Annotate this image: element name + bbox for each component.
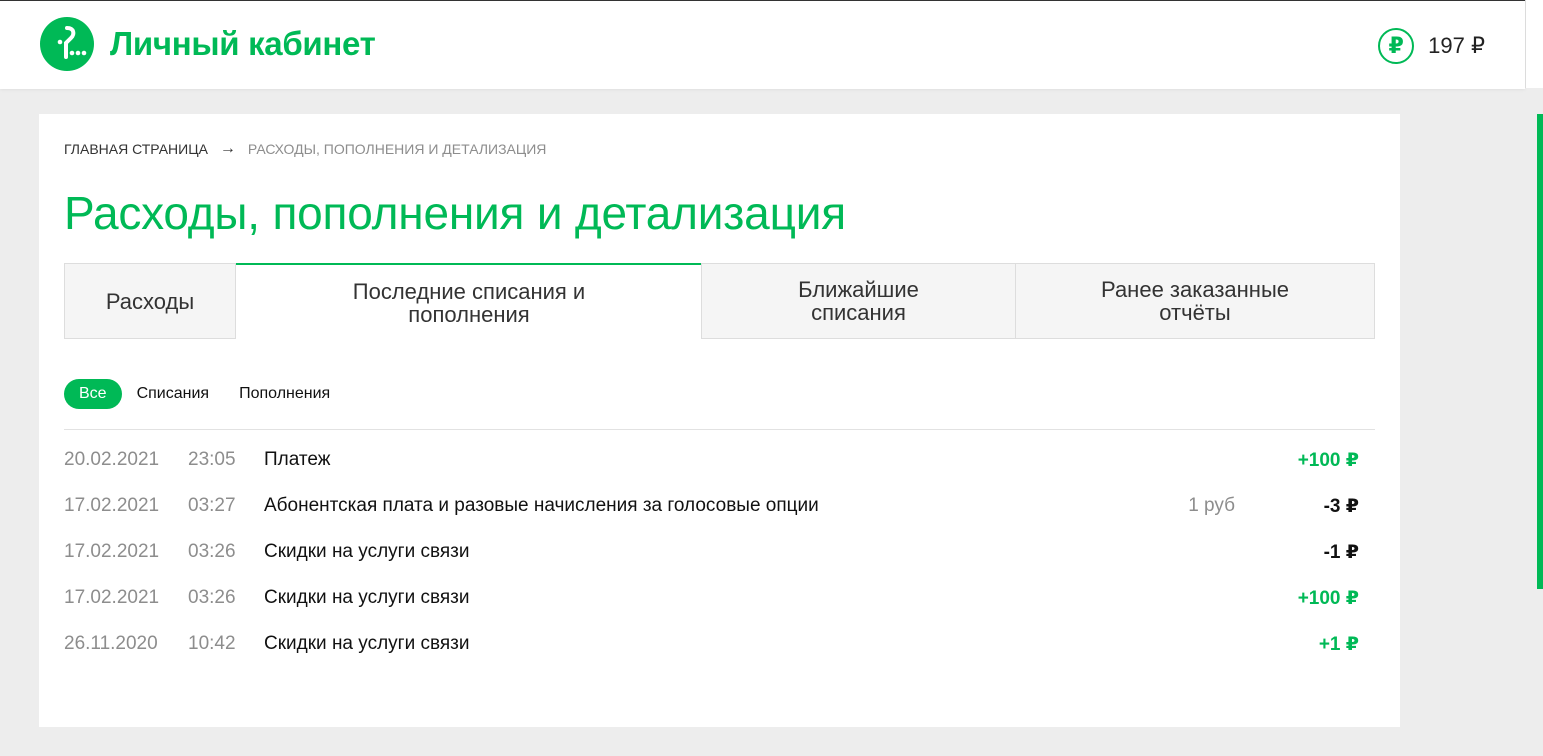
tab-recent-transactions[interactable]: Последние списания и пополнения xyxy=(236,263,702,341)
tab-label-line1: Последние списания и xyxy=(352,279,586,304)
divider xyxy=(64,429,1375,430)
balance-amount: 197 ₽ xyxy=(1428,33,1485,58)
tab-upcoming-debits[interactable]: Ближайшие списания xyxy=(701,263,1016,339)
transaction-date: 26.11.2020 xyxy=(64,633,158,654)
tab-label-line1: Ранее заказанные xyxy=(1101,277,1289,302)
transaction-amount: -1 ₽ xyxy=(1323,541,1359,563)
filter-chips: Все Списания Пополнения xyxy=(64,379,345,409)
transaction-description: Абонентская плата и разовые начисления з… xyxy=(264,495,819,516)
arrow-right-icon: → xyxy=(219,140,236,157)
megafon-logo-icon[interactable] xyxy=(40,17,94,71)
transaction-time: 03:27 xyxy=(188,495,236,516)
tab-label-line2: отчёты xyxy=(1159,300,1231,325)
transaction-extra: 1 руб xyxy=(1188,495,1235,516)
breadcrumb-home[interactable]: ГЛАВНАЯ СТРАНИЦА xyxy=(64,141,208,157)
table-row[interactable]: 26.11.2020 10:42 Скидки на услуги связи … xyxy=(64,621,1375,667)
table-row[interactable]: 17.02.2021 03:26 Скидки на услуги связи … xyxy=(64,575,1375,621)
transaction-amount: -3 ₽ xyxy=(1323,495,1359,517)
transaction-date: 17.02.2021 xyxy=(64,587,160,608)
table-row[interactable]: 20.02.2021 23:05 Платеж +100 ₽ xyxy=(64,437,1375,483)
transaction-time: 03:26 xyxy=(188,587,236,608)
transaction-description: Скидки на услуги связи xyxy=(264,633,470,654)
tab-ordered-reports[interactable]: Ранее заказанные отчёты xyxy=(1015,263,1375,339)
transaction-description: Скидки на услуги связи xyxy=(264,587,470,608)
ruble-icon: ₽ xyxy=(1378,28,1415,64)
transaction-amount: +100 ₽ xyxy=(1297,449,1359,471)
table-row[interactable]: 17.02.2021 03:26 Скидки на услуги связи … xyxy=(64,529,1375,575)
tab-expenses[interactable]: Расходы xyxy=(64,263,236,339)
transaction-time: 23:05 xyxy=(188,449,236,470)
transaction-amount: +1 ₽ xyxy=(1318,633,1359,655)
transaction-description: Скидки на услуги связи xyxy=(264,541,470,562)
brand-title[interactable]: Личный кабинет xyxy=(110,25,376,63)
transaction-date: 17.02.2021 xyxy=(64,495,160,516)
breadcrumb-current: РАСХОДЫ, ПОПОЛНЕНИЯ И ДЕТАЛИЗАЦИЯ xyxy=(247,141,547,157)
filter-credits[interactable]: Пополнения xyxy=(224,379,345,409)
filter-all[interactable]: Все xyxy=(64,379,122,409)
page-title: Расходы, пополнения и детализация xyxy=(64,187,846,239)
table-row[interactable]: 17.02.2021 03:27 Абонентская плата и раз… xyxy=(64,483,1375,529)
tab-label-line1: Ближайшие xyxy=(798,277,919,302)
transactions-list: 20.02.2021 23:05 Платеж +100 ₽ 17.02.202… xyxy=(64,437,1375,667)
content-card: ГЛАВНАЯ СТРАНИЦА → РАСХОДЫ, ПОПОЛНЕНИЯ И… xyxy=(39,114,1400,727)
top-bar: Личный кабинет ₽ 197 ₽ xyxy=(0,0,1525,89)
transaction-date: 20.02.2021 xyxy=(64,449,160,470)
tab-label-line2: пополнения xyxy=(408,302,530,327)
transaction-time: 03:26 xyxy=(188,541,236,562)
transaction-amount: +100 ₽ xyxy=(1297,587,1359,609)
transaction-time: 10:42 xyxy=(188,633,236,654)
tab-label-line2: списания xyxy=(811,300,906,325)
scrollbar-track-top xyxy=(1525,0,1543,88)
transaction-description: Платеж xyxy=(264,449,331,470)
tab-bar: Расходы Последние списания и пополнения … xyxy=(64,263,1375,341)
transaction-date: 17.02.2021 xyxy=(64,541,160,562)
tab-label: Расходы xyxy=(105,288,195,314)
breadcrumb: ГЛАВНАЯ СТРАНИЦА → РАСХОДЫ, ПОПОЛНЕНИЯ И… xyxy=(64,140,546,158)
scrollbar-thumb[interactable] xyxy=(1537,114,1543,589)
balance-widget[interactable]: ₽ 197 ₽ xyxy=(1378,27,1485,65)
filter-debits[interactable]: Списания xyxy=(122,379,225,409)
